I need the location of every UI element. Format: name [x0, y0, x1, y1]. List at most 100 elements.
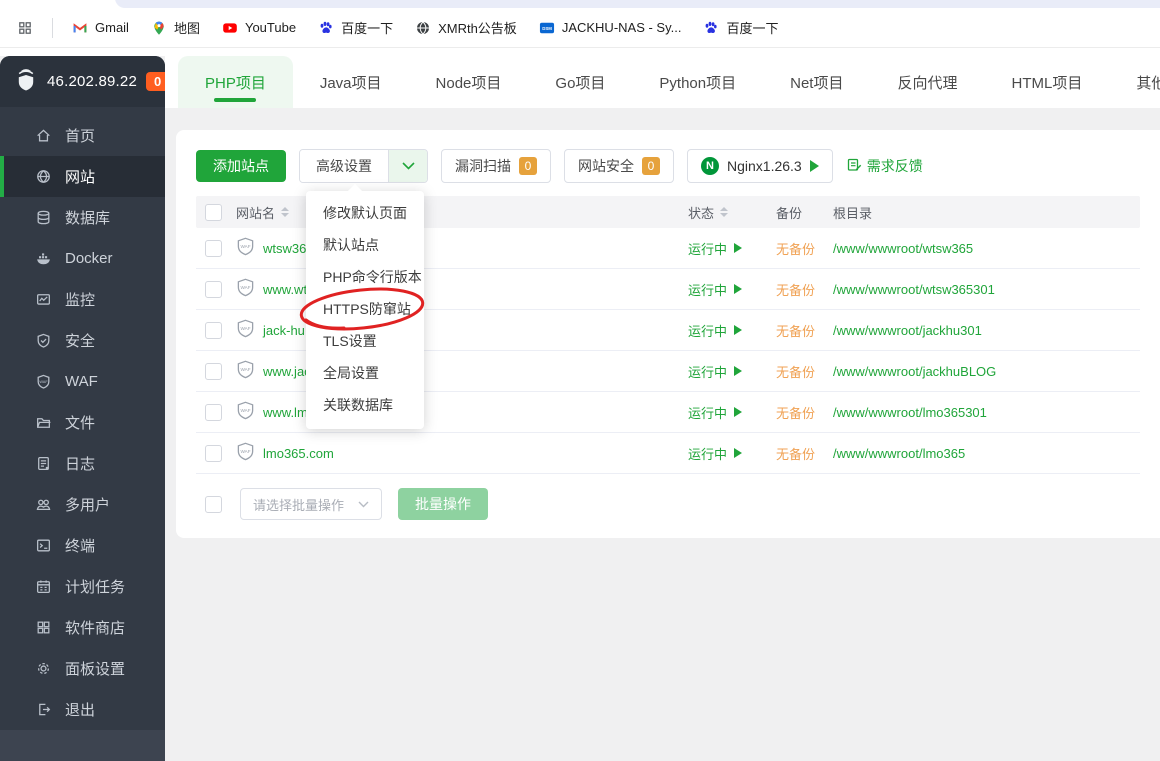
sort-status-icon[interactable] — [720, 207, 729, 217]
backup-status[interactable]: 无备份 — [776, 239, 833, 258]
play-icon[interactable] — [809, 160, 819, 172]
bookmark-item[interactable]: YouTube — [213, 14, 305, 42]
site-name-link[interactable]: WAF www.jac — [236, 359, 688, 383]
site-status[interactable]: 运行中 — [688, 444, 776, 463]
backup-status[interactable]: 无备份 — [776, 280, 833, 299]
root-dir-link[interactable]: /www/wwwroot/lmo365 — [833, 446, 1140, 461]
status-label: 运行中 — [688, 446, 728, 462]
sidebar-item-gear[interactable]: 面板设置 — [0, 648, 165, 689]
sort-site-name-icon[interactable] — [281, 207, 290, 217]
root-dir-link[interactable]: /www/wwwroot/jackhuBLOG — [833, 364, 1140, 379]
row-checkbox[interactable] — [205, 403, 222, 421]
tab-HTML项目[interactable]: HTML项目 — [984, 56, 1109, 108]
row-checkbox[interactable] — [205, 321, 222, 339]
site-status[interactable]: 运行中 — [688, 239, 776, 258]
backup-status[interactable]: 无备份 — [776, 403, 833, 422]
row-checkbox[interactable] — [205, 280, 222, 298]
tab-Java项目[interactable]: Java项目 — [293, 56, 409, 108]
backup-status[interactable]: 无备份 — [776, 444, 833, 463]
site-status[interactable]: 运行中 — [688, 280, 776, 299]
sidebar-item-calendar[interactable]: 计划任务 — [0, 566, 165, 607]
site-name-link[interactable]: WAF lmo365.com — [236, 441, 688, 465]
sidebar-item-database[interactable]: 数据库 — [0, 197, 165, 238]
sidebar-item-label: 软件商店 — [65, 619, 126, 637]
apps-grid-button[interactable] — [8, 14, 42, 42]
bookmark-label: 地图 — [173, 21, 200, 36]
sidebar-item-logout[interactable]: 退出 — [0, 689, 165, 730]
site-name-link[interactable]: WAF wtsw36 — [236, 236, 688, 260]
dropdown-item-PHP命令行版本[interactable]: PHP命令行版本 — [306, 261, 424, 293]
sidebar-item-shield-check[interactable]: 安全 — [0, 320, 165, 361]
site-list-card: 添加站点 高级设置 漏洞扫描 0 网站安全 0 N Nginx1.26.3 需求… — [176, 130, 1160, 538]
bookmark-item[interactable]: 地图 — [142, 14, 209, 42]
bookmark-item[interactable]: 百度一下 — [309, 14, 402, 42]
tab-Python项目[interactable]: Python项目 — [632, 56, 763, 108]
root-dir-link[interactable]: /www/wwwroot/jackhu301 — [833, 323, 1140, 338]
sidebar-item-terminal[interactable]: 终端 — [0, 525, 165, 566]
site-name-link[interactable]: WAF jack-hu — [236, 318, 688, 342]
feedback-link[interactable]: 需求反馈 — [847, 156, 923, 176]
site-name-link[interactable]: WAF www.wt — [236, 277, 688, 301]
site-name-link[interactable]: WAF www.lm — [236, 400, 688, 424]
site-status[interactable]: 运行中 — [688, 321, 776, 340]
tab-Net项目[interactable]: Net项目 — [763, 56, 870, 108]
bookmark-item[interactable]: DSM JACKHU-NAS - Sy... — [530, 14, 691, 42]
dropdown-item-默认站点[interactable]: 默认站点 — [306, 229, 424, 261]
batch-action-select[interactable]: 请选择批量操作 — [240, 488, 382, 520]
advanced-settings-button[interactable]: 高级设置 — [299, 149, 428, 183]
tab-Go项目[interactable]: Go项目 — [528, 56, 632, 108]
dropdown-item-关联数据库[interactable]: 关联数据库 — [306, 389, 424, 421]
bookmark-item[interactable]: XMRth公告板 — [406, 14, 526, 42]
root-dir-link[interactable]: /www/wwwroot/lmo365301 — [833, 405, 1140, 420]
omnibox-bottom — [115, 0, 1160, 8]
site-security-button[interactable]: 网站安全 0 — [564, 149, 674, 183]
dropdown-item-TLS设置[interactable]: TLS设置 — [306, 325, 424, 357]
sidebar-item-home[interactable]: 首页 — [0, 115, 165, 156]
batch-select-all-checkbox[interactable] — [205, 495, 222, 513]
top-gap — [0, 48, 1160, 56]
site-name: www.lm — [263, 404, 308, 420]
row-checkbox[interactable] — [205, 239, 222, 257]
sidebar-item-folder[interactable]: 文件 — [0, 402, 165, 443]
status-label: 运行中 — [688, 282, 728, 298]
bookmark-item[interactable]: 百度一下 — [694, 14, 787, 42]
root-dir-link[interactable]: /www/wwwroot/wtsw365301 — [833, 282, 1140, 297]
site-status[interactable]: 运行中 — [688, 403, 776, 422]
globe-icon — [34, 167, 52, 185]
sidebar-item-log[interactable]: 日志 — [0, 443, 165, 484]
project-tabs: PHP项目 Java项目 Node项目 Go项目 Python项目 Net项目 反向代理 HT… — [165, 56, 1160, 108]
tab-PHP项目[interactable]: PHP项目 — [178, 56, 293, 108]
sidebar-item-waf-shield[interactable]: WAF WAF — [0, 361, 165, 402]
tab-反向代理[interactable]: 反向代理 — [870, 56, 984, 108]
dropdown-item-修改默认页面[interactable]: 修改默认页面 — [306, 197, 424, 229]
sidebar-item-docker[interactable]: Docker — [0, 238, 165, 279]
row-checkbox[interactable] — [205, 362, 222, 380]
chevron-down-icon[interactable] — [389, 150, 427, 182]
sidebar-item-users[interactable]: 多用户 — [0, 484, 165, 525]
backup-status[interactable]: 无备份 — [776, 321, 833, 340]
waf-shield-icon: WAF — [236, 359, 255, 383]
backup-status[interactable]: 无备份 — [776, 362, 833, 381]
root-dir-link[interactable]: /www/wwwroot/wtsw365 — [833, 241, 1140, 256]
vuln-scan-button[interactable]: 漏洞扫描 0 — [441, 149, 551, 183]
sidebar-item-label: Docker — [65, 249, 113, 267]
dropdown-item-HTTPS防窜站[interactable]: HTTPS防窜站 — [299, 287, 425, 331]
batch-action-button[interactable]: 批量操作 — [398, 488, 488, 520]
site-name: jack-hu — [263, 322, 305, 338]
tab-其他项目[interactable]: 其他项目 — [1109, 56, 1160, 108]
sidebar-menu: 首页 网站 数据库 Docker 监控 安全 WAF WAF 文件 日志 多用户 终端 计划任务软件商店… — [0, 107, 165, 730]
bookmark-item[interactable]: Gmail — [63, 14, 138, 42]
add-site-button[interactable]: 添加站点 — [196, 150, 286, 182]
sidebar-item-monitor[interactable]: 监控 — [0, 279, 165, 320]
dropdown-item-全局设置[interactable]: 全局设置 — [306, 357, 424, 389]
row-checkbox[interactable] — [205, 444, 222, 462]
vuln-scan-label: 漏洞扫描 — [455, 158, 511, 174]
select-all-checkbox[interactable] — [205, 203, 222, 221]
sidebar-item-grid[interactable]: 软件商店 — [0, 607, 165, 648]
nginx-button[interactable]: N Nginx1.26.3 — [687, 149, 833, 183]
table-row: WAF lmo365.com 运行中 无备份/www/wwwroot/lmo365 — [196, 433, 1140, 474]
tab-Node项目[interactable]: Node项目 — [409, 56, 529, 108]
site-status[interactable]: 运行中 — [688, 362, 776, 381]
sidebar-item-globe[interactable]: 网站 — [0, 155, 165, 197]
site-name: lmo365.com — [263, 445, 334, 461]
